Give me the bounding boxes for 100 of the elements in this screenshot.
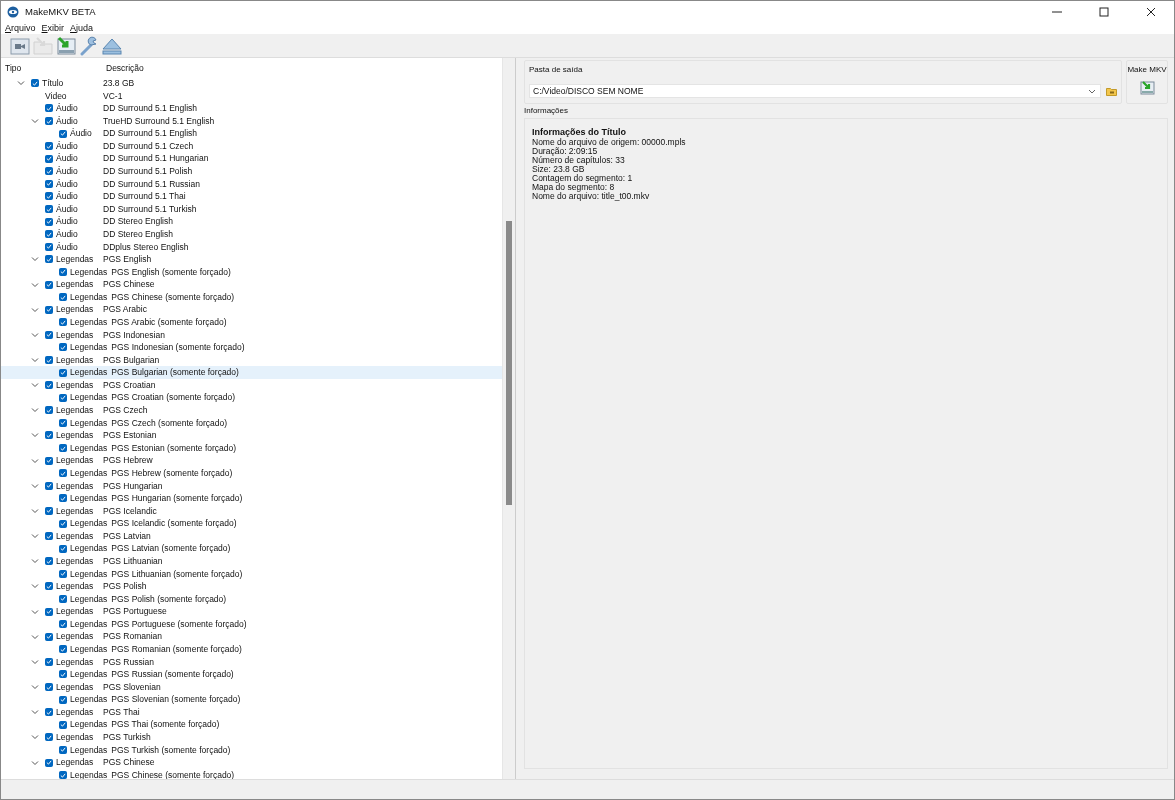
tree-row[interactable]: Legendas PGS Chinese [1, 278, 502, 291]
tree-row[interactable]: Legendas PGS Hebrew [1, 454, 502, 467]
menu-item[interactable]: Ajuda [70, 23, 94, 33]
checkbox[interactable] [59, 368, 67, 377]
tree-row[interactable]: Legendas PGS Romanian [1, 630, 502, 643]
tree-row[interactable]: Legendas PGS Bulgarian [1, 353, 502, 367]
checkbox[interactable] [59, 645, 67, 654]
tree-row[interactable]: Legendas PGS Indonesian [1, 328, 502, 342]
tree-row[interactable]: Legendas PGS Turkish [1, 731, 502, 744]
tree-row[interactable]: Áudio DD Surround 5.1 Turkish [1, 202, 502, 216]
tree-row[interactable]: Legendas PGS English [1, 253, 502, 266]
close-icon[interactable] [1146, 6, 1156, 17]
checkbox[interactable] [45, 708, 53, 717]
tree-row[interactable]: Video VC-1 [1, 89, 502, 103]
checkbox[interactable] [45, 154, 53, 163]
checkbox[interactable] [45, 280, 53, 289]
checkbox[interactable] [59, 620, 67, 629]
tree-row[interactable]: Áudio DD Surround 5.1 English [1, 127, 502, 140]
caret-icon[interactable] [1088, 88, 1096, 94]
tree-row[interactable]: Áudio DDplus Stereo English [1, 240, 502, 254]
tree-row[interactable]: Legendas PGS Icelandic (somente forçado) [1, 517, 502, 530]
video-camera-icon[interactable] [10, 35, 30, 56]
checkbox[interactable] [59, 569, 67, 578]
tree-row[interactable]: Legendas PGS Arabic (somente forçado) [1, 316, 502, 329]
tree-row[interactable]: Legendas PGS Romanian (somente forçado) [1, 643, 502, 656]
checkbox[interactable] [59, 293, 67, 302]
tree-row[interactable]: Legendas PGS Portuguese (somente forçado) [1, 617, 502, 631]
checkbox[interactable] [59, 393, 67, 402]
checkbox[interactable] [31, 79, 39, 88]
checkbox[interactable] [45, 242, 53, 251]
tree-row[interactable]: Legendas PGS Slovenian [1, 680, 502, 694]
tree-row[interactable]: Legendas PGS Polish (somente forçado) [1, 592, 502, 606]
scrollbar[interactable] [502, 58, 515, 779]
tree-row[interactable]: Áudio DD Surround 5.1 Russian [1, 177, 502, 191]
tree-row[interactable]: Legendas PGS Lithuanian (somente forçado) [1, 567, 502, 581]
tree-row[interactable]: Legendas PGS Hungarian [1, 479, 502, 493]
tree-row[interactable]: Título 23.8 GB [1, 77, 502, 90]
settings-icon[interactable] [79, 35, 99, 56]
tree-row[interactable]: Legendas PGS Russian [1, 655, 502, 669]
checkbox[interactable] [59, 267, 67, 276]
checkbox[interactable] [59, 695, 67, 704]
tree-row[interactable]: Legendas PGS English (somente forçado) [1, 265, 502, 279]
tree-row[interactable]: Áudio TrueHD Surround 5.1 English [1, 114, 502, 128]
tree-row[interactable]: Áudio DD Surround 5.1 Polish [1, 165, 502, 178]
tree-row[interactable]: Legendas PGS Thai [1, 705, 502, 719]
checkbox[interactable] [59, 129, 67, 138]
make-mkv-button[interactable] [1138, 79, 1156, 96]
checkbox[interactable] [45, 758, 53, 767]
menu-item[interactable]: Exibir [41, 23, 65, 33]
tree-row[interactable]: Legendas PGS Croatian [1, 378, 502, 392]
checkbox[interactable] [59, 720, 67, 729]
tree-row[interactable]: Legendas PGS Czech [1, 404, 502, 417]
tree-row[interactable]: Áudio DD Surround 5.1 Thai [1, 190, 502, 203]
checkbox[interactable] [45, 104, 53, 113]
checkbox[interactable] [45, 607, 53, 616]
checkbox[interactable] [45, 532, 53, 541]
checkbox[interactable] [45, 632, 53, 641]
tree-row[interactable]: Legendas PGS Latvian [1, 529, 502, 543]
tree-row[interactable]: Legendas PGS Icelandic [1, 504, 502, 518]
checkbox[interactable] [45, 356, 53, 364]
tree-row[interactable]: Legendas PGS Slovenian (somente forçado) [1, 693, 502, 706]
column-header[interactable]: Descrição [106, 63, 502, 73]
checkbox[interactable] [45, 657, 53, 666]
folder-icon[interactable] [1106, 86, 1117, 96]
tree-row[interactable]: Áudio DD Surround 5.1 English [1, 102, 502, 115]
checkbox[interactable] [45, 192, 53, 201]
tree-row[interactable]: Legendas PGS Croatian (somente forçado) [1, 391, 502, 405]
tree-row[interactable]: Legendas PGS Chinese [1, 756, 502, 769]
tree-row[interactable]: Legendas PGS Lithuanian [1, 554, 502, 568]
tree-row[interactable]: Áudio DD Surround 5.1 Czech [1, 139, 502, 153]
checkbox[interactable] [45, 179, 53, 188]
checkbox[interactable] [59, 670, 67, 679]
scrollbar-thumb[interactable] [506, 221, 512, 505]
checkbox[interactable] [59, 418, 67, 427]
checkbox[interactable] [59, 544, 67, 553]
checkbox[interactable] [45, 506, 53, 515]
checkbox[interactable] [59, 745, 67, 754]
maximize-icon[interactable] [1099, 6, 1109, 17]
checkbox[interactable] [45, 230, 53, 239]
checkbox[interactable] [45, 431, 53, 440]
menu-item[interactable]: Arquivo [5, 23, 36, 33]
checkbox[interactable] [59, 343, 67, 352]
checkbox[interactable] [59, 494, 67, 503]
checkbox[interactable] [59, 519, 67, 528]
tree-row[interactable]: Legendas PGS Russian (somente forçado) [1, 668, 502, 681]
tree-row[interactable]: Legendas PGS Arabic [1, 303, 502, 316]
checkbox[interactable] [45, 381, 53, 390]
checkbox[interactable] [45, 117, 53, 125]
checkbox[interactable] [59, 469, 67, 478]
checkbox[interactable] [59, 595, 67, 603]
tree-row[interactable]: Legendas PGS Czech (somente forçado) [1, 416, 502, 430]
checkbox[interactable] [59, 444, 67, 453]
tree-row[interactable]: Legendas PGS Indonesian (somente forçado) [1, 341, 502, 354]
checkbox[interactable] [45, 481, 53, 490]
checkbox[interactable] [45, 582, 53, 591]
checkbox[interactable] [45, 305, 53, 314]
tree-row[interactable]: Legendas PGS Hungarian (somente forçado) [1, 492, 502, 505]
checkbox[interactable] [45, 456, 53, 465]
tree-row[interactable]: Áudio DD Stereo English [1, 215, 502, 228]
checkbox[interactable] [45, 142, 53, 151]
